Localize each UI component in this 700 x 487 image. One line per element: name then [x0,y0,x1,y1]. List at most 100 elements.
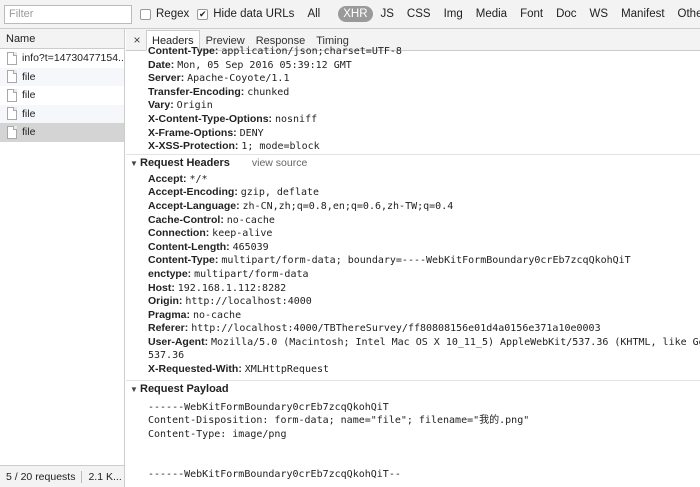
hide-data-urls-checkbox[interactable]: ✔ Hide data URLs [197,8,294,20]
header-row: User-Agent: Mozilla/5.0 (Macintosh; Inte… [126,336,700,350]
header-row: Referer: http://localhost:4000/TBThereSu… [126,322,700,336]
payload-line [126,455,700,469]
header-key: Transfer-Encoding: [148,85,245,98]
header-value: Mon, 05 Sep 2016 05:39:12 GMT [177,59,352,71]
name-column-header[interactable]: Name [0,29,124,49]
header-key: Server: [148,72,185,85]
header-row: Host: 192.168.1.112:8282 [126,282,700,296]
header-value: keep-alive [212,228,273,240]
file-icon [7,88,17,102]
header-row: Origin: http://localhost:4000 [126,295,700,309]
header-key: X-Content-Type-Options: [148,112,273,125]
type-filter-img[interactable]: Img [439,6,468,22]
header-row: enctype: multipart/form-data [126,268,700,282]
hide-data-urls-label: Hide data URLs [213,8,295,20]
type-filter-doc[interactable]: Doc [551,6,581,22]
hide-data-urls-checkbox-box[interactable]: ✔ [197,8,209,20]
header-key: X-Requested-With: [148,363,242,376]
header-value: application/json;charset=UTF-8 [221,46,402,57]
status-divider [81,470,83,483]
payload-line [126,441,700,455]
header-key: Content-Length: [148,240,230,253]
request-row[interactable]: file [0,86,124,105]
type-filter-other[interactable]: Other [673,6,700,22]
type-filter-js[interactable]: JS [376,6,399,22]
header-row: Accept-Encoding: gzip, deflate [126,186,700,200]
network-status-bar: 5 / 20 requests 2.1 K... [0,465,124,487]
header-value: 1; mode=block [241,141,320,153]
type-filter-font[interactable]: Font [515,6,548,22]
type-filter-ws[interactable]: WS [585,6,614,22]
header-row: Date: Mon, 05 Sep 2016 05:39:12 GMT [126,59,700,73]
request-headers-list: Accept: */* Accept-Encoding: gzip, defla… [126,173,700,377]
header-value: DENY [239,127,264,139]
header-value: multipart/form-data; boundary=----WebKit… [221,255,631,267]
header-row: X-Requested-With: XMLHttpRequest [126,363,700,377]
request-count: 5 / 20 requests [6,470,76,483]
header-value: gzip, deflate [240,187,320,199]
header-key: Accept: [148,172,187,185]
expand-triangle-icon[interactable]: ▼ [128,380,140,399]
type-filter-xhr[interactable]: XHR [338,6,373,22]
expand-triangle-icon[interactable]: ▼ [128,154,140,173]
header-key: X-Frame-Options: [148,126,237,139]
header-row: Vary: Origin [126,99,700,113]
payload-line: Content-Disposition: form-data; name="fi… [148,415,530,427]
filter-toolbar: Regex ✔ Hide data URLs All XHR JS CSS Im… [0,0,700,29]
header-row: Content-Type: multipart/form-data; bound… [126,254,700,268]
request-name: file [22,89,36,102]
regex-checkbox-box[interactable] [140,8,151,20]
request-detail-panel: × Headers Preview Response Timing Conten… [126,29,700,487]
file-icon [7,107,17,121]
header-row: Pragma: no-cache [126,309,700,323]
header-row: Server: Apache-Coyote/1.1 [126,72,700,86]
header-value: http://localhost:4000 [185,296,312,308]
header-value: http://localhost:4000/TBThereSurvey/ff80… [191,323,601,335]
header-row: X-Content-Type-Options: nosniff [126,113,700,127]
request-row[interactable]: file [0,104,124,123]
filter-input[interactable] [4,4,132,24]
header-key: X-XSS-Protection: [148,140,239,153]
file-icon [7,125,17,139]
type-filter-manifest[interactable]: Manifest [616,6,669,22]
section-title: Request Headers [140,157,230,170]
header-row: X-XSS-Protection: 1; mode=block [126,140,700,154]
request-payload-section-toggle[interactable]: ▼ Request Payload [126,379,700,399]
header-row: Accept-Language: zh-CN,zh;q=0.8,en;q=0.6… [126,200,700,214]
view-source-link[interactable]: view source [252,154,307,173]
type-filter-css[interactable]: CSS [402,6,436,22]
request-row-selected[interactable]: file [0,123,124,142]
header-key: Origin: [148,295,183,308]
file-icon [7,70,17,84]
header-key: Referer: [148,322,189,335]
request-headers-section-toggle[interactable]: ▼ Request Headers view source [126,153,700,173]
header-row: X-Frame-Options: DENY [126,127,700,141]
header-key: Connection: [148,227,210,240]
header-key: Vary: [148,99,174,112]
header-value: chunked [247,86,290,98]
header-value: multipart/form-data [194,268,309,280]
header-key: Cache-Control: [148,213,224,226]
payload-line: Content-Type: image/png [148,428,287,440]
header-value: */* [189,173,208,185]
payload-line: ------WebKitFormBoundary0crEb7zcqQkohQiT [148,401,389,413]
request-row[interactable]: info?t=14730477154... [0,49,124,68]
header-value: Origin [176,100,213,112]
header-key: Content-Type: [148,45,219,57]
header-key: Date: [148,58,175,71]
payload-line: ------WebKitFormBoundary0crEb7zcqQkohQiT… [148,469,401,481]
type-filter-all[interactable]: All [302,6,325,22]
regex-checkbox[interactable]: Regex [140,8,189,20]
type-filter-media[interactable]: Media [471,6,512,22]
header-key: enctype: [148,267,192,280]
header-key: User-Agent: [148,335,209,348]
header-key: Host: [148,281,175,294]
request-name: file [22,70,36,83]
header-key: Pragma: [148,308,191,321]
header-key: Accept-Encoding: [148,186,238,199]
header-value: no-cache [226,214,275,226]
header-row: Content-Length: 465039 [126,241,700,255]
request-row[interactable]: file [0,67,124,86]
headers-content: Content-Type: application/json;charset=U… [126,45,700,482]
transfer-size: 2.1 K... [88,470,122,483]
